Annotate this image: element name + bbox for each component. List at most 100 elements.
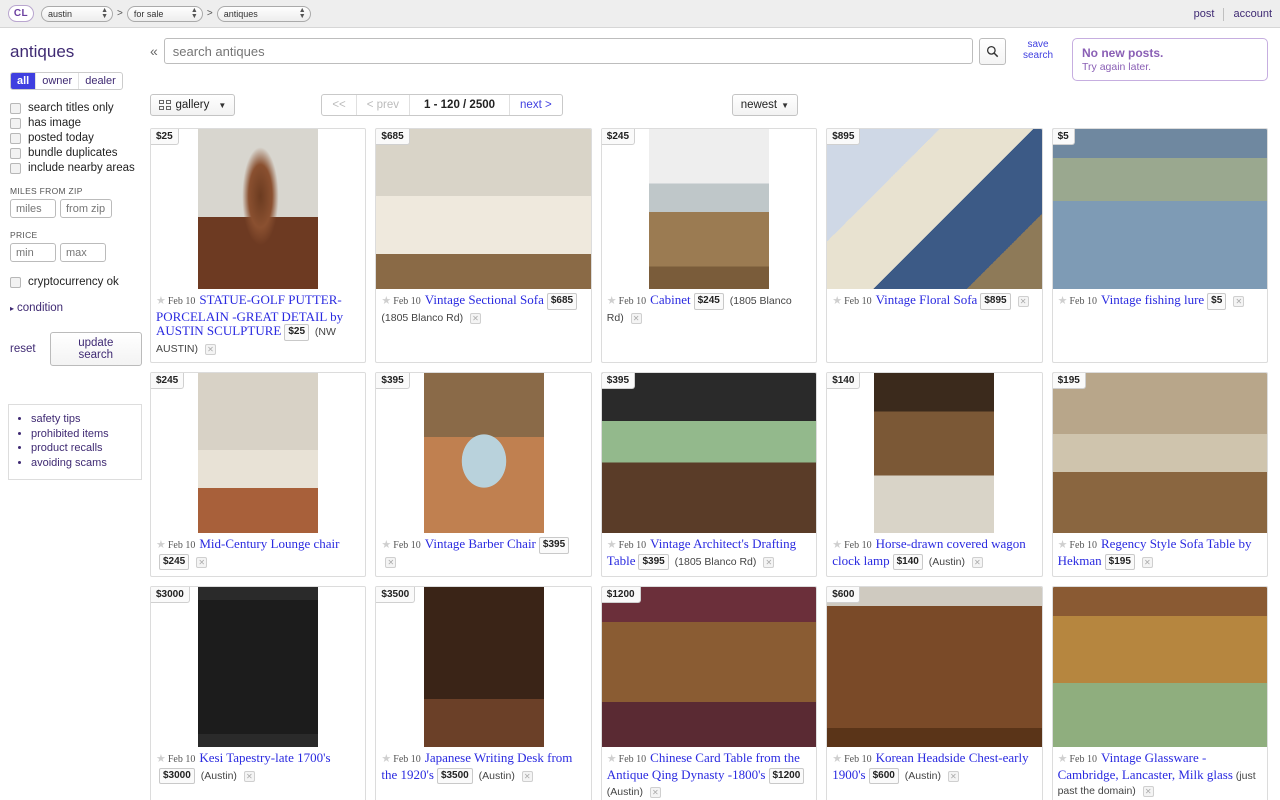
favorite-star-icon[interactable]: ★ — [156, 295, 166, 307]
view-mode-button[interactable]: gallery ▼ — [150, 94, 236, 116]
listing-thumbnail[interactable]: $245 — [601, 129, 817, 289]
favorite-star-icon[interactable]: ★ — [832, 295, 842, 307]
hide-listing-icon[interactable]: ✕ — [630, 312, 642, 324]
listing-thumbnail[interactable]: $1200 — [601, 587, 817, 747]
pager-prev-button[interactable]: < prev — [357, 95, 411, 115]
help-link-prohibited-items[interactable]: prohibited items — [31, 428, 135, 442]
zip-input[interactable] — [60, 199, 112, 218]
favorite-star-icon[interactable]: ★ — [607, 753, 617, 765]
favorite-star-icon[interactable]: ★ — [1058, 539, 1068, 551]
listing-card[interactable]: $395 ★ Feb 10 Vintage Architect's Drafting … — [600, 372, 818, 577]
listing-thumbnail[interactable] — [1052, 587, 1267, 747]
checkbox-icon[interactable] — [10, 162, 21, 174]
favorite-star-icon[interactable]: ★ — [381, 753, 391, 765]
listing-thumbnail[interactable]: $395 — [376, 373, 591, 533]
miles-input[interactable] — [10, 199, 56, 218]
listing-card[interactable]: ★ Feb 10 Vintage Glassware - Cambridge, La… — [1051, 586, 1268, 800]
craigslist-logo[interactable]: CL — [8, 5, 34, 22]
listing-thumbnail[interactable]: $195 — [1052, 373, 1267, 533]
notification-banner[interactable]: No new posts. Try again later. — [1072, 38, 1268, 81]
listing-thumbnail[interactable]: $895 — [827, 129, 1042, 289]
condition-expander[interactable]: ▸ condition — [10, 302, 142, 314]
checkbox-icon[interactable] — [10, 102, 21, 114]
listing-title-link[interactable]: Vintage fishing lure — [1101, 292, 1204, 307]
filter-has-image[interactable]: has image — [10, 117, 142, 129]
update-search-button[interactable]: update search — [49, 332, 142, 366]
seller-filter-dealer[interactable]: dealer — [79, 73, 122, 89]
price-min-input[interactable] — [10, 243, 56, 262]
listing-card[interactable]: $245 ★ Feb 10 Mid-Century Lounge chair $245 ✕ — [150, 372, 367, 577]
listing-title-link[interactable]: Cabinet — [650, 292, 690, 307]
listing-thumbnail[interactable]: $245 — [151, 373, 366, 533]
hide-listing-icon[interactable]: ✕ — [385, 556, 397, 568]
listing-card[interactable]: $140 ★ Feb 10 Horse-drawn covered wagon clo… — [826, 372, 1043, 577]
favorite-star-icon[interactable]: ★ — [832, 539, 842, 551]
listing-title-link[interactable]: Kesi Tapestry-late 1700's — [199, 750, 330, 765]
filter-bundle-duplicates[interactable]: bundle duplicates — [10, 147, 142, 159]
subcategory-select[interactable]: antiques ▲ ▼ — [216, 5, 311, 22]
hide-listing-icon[interactable]: ✕ — [196, 556, 208, 568]
hide-listing-icon[interactable]: ✕ — [470, 312, 482, 324]
favorite-star-icon[interactable]: ★ — [607, 295, 617, 307]
hide-listing-icon[interactable]: ✕ — [204, 343, 216, 355]
favorite-star-icon[interactable]: ★ — [607, 539, 617, 551]
favorite-star-icon[interactable]: ★ — [1058, 295, 1068, 307]
hide-listing-icon[interactable]: ✕ — [1141, 556, 1153, 568]
listing-card[interactable]: $600 ★ Feb 10 Korean Headside Chest-early 1… — [826, 586, 1043, 800]
listing-card[interactable]: $25 ★ Feb 10 STATUE-GOLF PUTTER-PORCELAIN -… — [150, 128, 367, 363]
favorite-star-icon[interactable]: ★ — [832, 753, 842, 765]
city-select[interactable]: austin ▲ ▼ — [41, 5, 113, 22]
listing-thumbnail[interactable]: $3000 — [151, 587, 366, 747]
filter-posted-today[interactable]: posted today — [10, 132, 142, 144]
search-input[interactable] — [163, 38, 973, 64]
hide-listing-icon[interactable]: ✕ — [1233, 296, 1245, 307]
favorite-star-icon[interactable]: ★ — [1058, 753, 1068, 765]
checkbox-icon[interactable] — [10, 117, 21, 129]
search-button[interactable] — [979, 38, 1006, 65]
price-max-input[interactable] — [60, 243, 106, 262]
listing-card[interactable]: $895 ★ Feb 10 Vintage Floral Sofa $895 ✕ — [826, 128, 1043, 363]
listing-title-link[interactable]: Vintage Sectional Sofa — [425, 292, 544, 307]
reset-link[interactable]: reset — [10, 343, 36, 355]
seller-filter-all[interactable]: all — [11, 73, 37, 89]
listing-thumbnail[interactable]: $685 — [376, 129, 591, 289]
hide-listing-icon[interactable]: ✕ — [521, 770, 533, 782]
listing-thumbnail[interactable]: $25 — [151, 129, 366, 289]
hide-listing-icon[interactable]: ✕ — [947, 770, 959, 782]
hide-listing-icon[interactable]: ✕ — [1017, 296, 1029, 307]
favorite-star-icon[interactable]: ★ — [156, 539, 166, 551]
hide-listing-icon[interactable]: ✕ — [1142, 786, 1154, 797]
listing-thumbnail[interactable]: $5 — [1052, 129, 1267, 289]
help-link-safety-tips[interactable]: safety tips — [31, 413, 135, 427]
filter-cryptocurrency-ok[interactable]: cryptocurrency ok — [10, 276, 142, 288]
save-search-link[interactable]: save search — [1016, 38, 1060, 61]
listing-title-link[interactable]: Mid-Century Lounge chair — [199, 536, 339, 551]
checkbox-icon[interactable] — [10, 147, 21, 159]
account-link[interactable]: account — [1233, 8, 1272, 20]
listing-title-link[interactable]: Vintage Barber Chair — [425, 536, 536, 551]
listing-thumbnail[interactable]: $3500 — [376, 587, 591, 747]
listing-thumbnail[interactable]: $600 — [827, 587, 1042, 747]
listing-title-link[interactable]: Vintage Floral Sofa — [876, 292, 978, 307]
help-link-avoiding-scams[interactable]: avoiding scams — [31, 457, 135, 471]
category-select[interactable]: for sale ▲ ▼ — [126, 5, 203, 22]
listing-card[interactable]: $3500 ★ Feb 10 Japanese Writing Desk from t… — [375, 586, 592, 800]
sort-button[interactable]: newest ▼ — [731, 94, 798, 116]
filter-include-nearby-areas[interactable]: include nearby areas — [10, 162, 142, 174]
hide-listing-icon[interactable]: ✕ — [649, 787, 661, 798]
favorite-star-icon[interactable]: ★ — [381, 295, 391, 307]
listing-card[interactable]: $395 ★ Feb 10 Vintage Barber Chair $395✕ — [375, 372, 592, 577]
hide-listing-icon[interactable]: ✕ — [971, 556, 983, 568]
favorite-star-icon[interactable]: ★ — [156, 753, 166, 765]
post-link[interactable]: post — [1194, 8, 1215, 20]
seller-filter-owner[interactable]: owner — [36, 73, 80, 89]
hide-listing-icon[interactable]: ✕ — [763, 556, 775, 568]
collapse-sidebar-icon[interactable]: « — [150, 38, 164, 59]
listing-card[interactable]: $3000 ★ Feb 10 Kesi Tapestry-late 1700's $30… — [150, 586, 367, 800]
listing-thumbnail[interactable]: $395 — [601, 373, 817, 533]
listing-card[interactable]: $685 ★ Feb 10 Vintage Sectional Sofa $685 (1… — [375, 128, 592, 363]
listing-card[interactable]: $195 ★ Feb 10 Regency Style Sofa Table by H… — [1051, 372, 1268, 577]
filter-search-titles-only[interactable]: search titles only — [10, 102, 142, 114]
pager-first-button[interactable]: << — [322, 95, 357, 115]
hide-listing-icon[interactable]: ✕ — [243, 770, 255, 782]
